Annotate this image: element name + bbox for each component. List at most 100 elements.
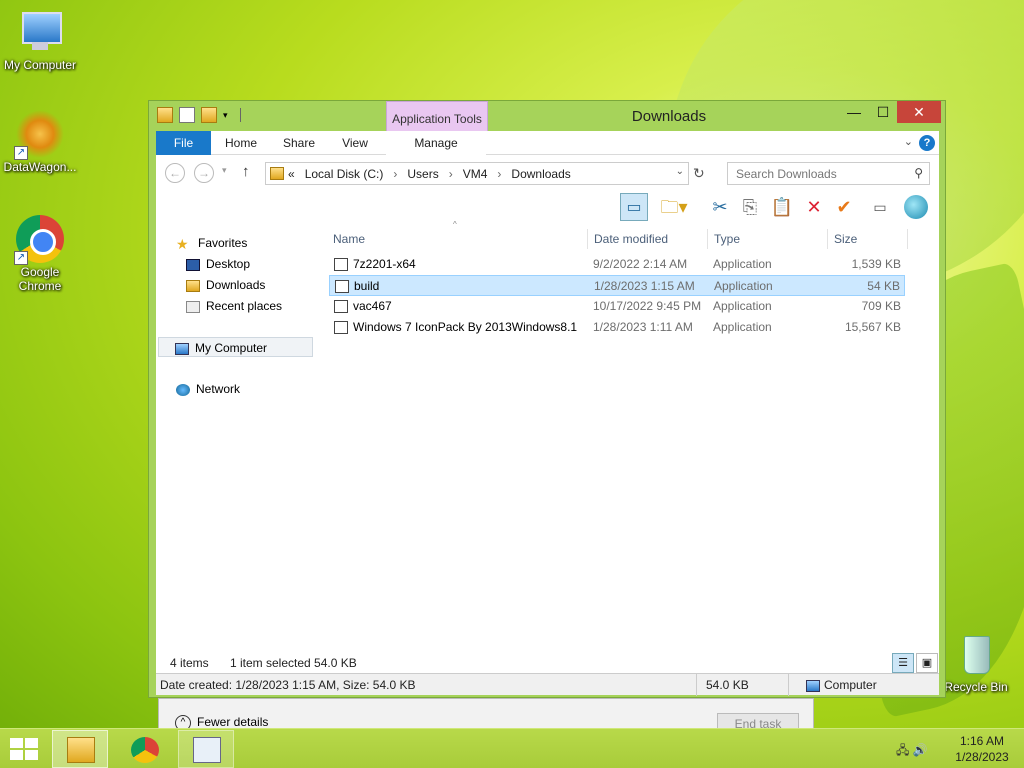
paste-icon[interactable]: 📋 [768, 193, 796, 221]
globe-icon[interactable] [904, 195, 928, 219]
selection-info: 1 item selected 54.0 KB [230, 656, 357, 670]
column-divider[interactable] [827, 229, 828, 249]
breadcrumb-downloads[interactable]: Downloads [511, 167, 570, 181]
desktop-icon-google-chrome[interactable]: ↗ Google Chrome [0, 215, 80, 293]
up-arrow-icon[interactable]: ↑ [242, 163, 250, 180]
expand-ribbon-icon[interactable]: ⌄ [904, 135, 913, 148]
chevron-right-icon[interactable]: › [449, 167, 453, 181]
rename-icon[interactable]: ▭ [866, 193, 894, 221]
taskbar-chrome[interactable] [116, 730, 172, 768]
network-icon [176, 383, 190, 396]
nav-recent-places[interactable]: Recent places [186, 296, 282, 316]
search-icon: ⚲ [914, 166, 923, 180]
checkmark-icon[interactable]: ✔ [830, 193, 858, 221]
file-row-selected[interactable]: build 1/28/2023 1:15 AM Application 54 K… [329, 275, 905, 296]
details-view-icon[interactable]: ☰ [892, 653, 914, 673]
recent-places-icon [186, 300, 200, 313]
customize-dropdown-icon[interactable]: ▾ [223, 110, 228, 121]
column-divider[interactable] [907, 229, 908, 249]
taskbar-file-explorer[interactable] [52, 730, 108, 768]
nav-label: My Computer [195, 341, 268, 355]
close-button[interactable]: ✕ [897, 101, 941, 123]
maximize-button[interactable]: ☐ [869, 101, 897, 123]
nav-desktop[interactable]: Desktop [186, 254, 250, 274]
file-name: build [354, 279, 380, 293]
nav-downloads[interactable]: Downloads [186, 275, 265, 295]
title-bar[interactable]: ▾ Application Tools Downloads — ☐ ✕ [149, 101, 945, 159]
nav-network[interactable]: Network [176, 379, 240, 399]
properties-icon[interactable] [179, 107, 195, 123]
new-folder-icon[interactable] [201, 107, 217, 123]
breadcrumb-overflow[interactable]: « [288, 167, 295, 181]
location-zone: Computer [806, 678, 877, 692]
start-button[interactable] [8, 737, 40, 761]
navigation-pane: ★ Favorites Desktop Downloads Recent plac… [156, 223, 323, 653]
status-divider [788, 674, 789, 696]
clock[interactable]: 1:16 AM 1/28/2023 [944, 733, 1020, 765]
nav-favorites[interactable]: ★ Favorites [176, 233, 247, 253]
network-tray-icon[interactable]: 🖧 [896, 743, 909, 757]
back-button[interactable]: ← [165, 163, 185, 183]
address-row: ← → ▾ ↑ « Local Disk (C:) › Users › VM4 … [156, 155, 939, 191]
file-size: 15,567 KB [844, 320, 901, 334]
recent-locations-icon[interactable]: ▾ [222, 165, 227, 176]
chevron-right-icon[interactable]: › [393, 167, 397, 181]
forward-button[interactable]: → [194, 163, 214, 183]
large-icons-view-icon[interactable]: ▣ [916, 653, 938, 673]
column-header-size[interactable]: Size [834, 229, 857, 249]
task-manager-icon [193, 737, 221, 763]
file-row[interactable]: Windows 7 IconPack By 2013Windows8.1 1/2… [329, 317, 905, 338]
desktop-icon-label: My Computer [3, 58, 77, 72]
explorer-window: ▾ Application Tools Downloads — ☐ ✕ File… [148, 100, 946, 698]
refresh-icon[interactable]: ↻ [693, 165, 705, 182]
computer-icon [175, 342, 189, 355]
selection-size: 54.0 KB [706, 678, 749, 692]
desktop-icon-label: DataWagon... [3, 160, 77, 174]
layout-pane-icon[interactable]: ▭ [620, 193, 648, 221]
desktop-icon-recycle-bin[interactable]: Recycle Bin [936, 630, 1016, 694]
column-header-name[interactable]: Name [333, 229, 365, 249]
file-size: 709 KB [861, 299, 901, 313]
column-divider[interactable] [587, 229, 588, 249]
folder-icon[interactable] [157, 107, 173, 123]
shortcut-arrow-icon: ↗ [14, 251, 28, 265]
delete-icon[interactable]: ✕ [800, 193, 828, 221]
desktop-icon-datawagon[interactable]: ↗ DataWagon... [0, 110, 80, 174]
chevron-down-icon[interactable]: ⌄ [676, 166, 684, 177]
tab-manage[interactable]: Manage [386, 131, 486, 155]
column-header-date[interactable]: Date modified [594, 229, 668, 249]
clock-date: 1/28/2023 [955, 750, 1009, 764]
taskbar-task-manager[interactable] [178, 730, 234, 768]
nav-label: Desktop [206, 257, 251, 271]
windows-logo-icon [10, 738, 23, 748]
tab-share[interactable]: Share [274, 131, 324, 155]
cut-icon[interactable]: ✂ [706, 193, 734, 221]
file-date: 1/28/2023 1:15 AM [594, 279, 695, 293]
taskbar: 🖧 🔊 1:16 AM 1/28/2023 [0, 728, 1024, 768]
system-tray: 🖧 🔊 [896, 741, 928, 762]
breadcrumb-users[interactable]: Users [407, 167, 438, 181]
nav-label: Recent places [206, 299, 283, 313]
nav-my-computer[interactable]: My Computer [158, 337, 313, 357]
breadcrumb-local-disk[interactable]: Local Disk (C:) [305, 167, 384, 181]
file-row[interactable]: vac467 10/17/2022 9:45 PM Application 70… [329, 296, 905, 317]
desktop-icon-my-computer[interactable]: My Computer [0, 8, 80, 72]
volume-icon[interactable]: 🔊 [913, 743, 928, 757]
chevron-right-icon[interactable]: › [497, 167, 501, 181]
search-input[interactable]: Search Downloads ⚲ [727, 162, 930, 185]
file-type: Application [713, 257, 772, 271]
file-row[interactable]: 7z2201-x64 9/2/2022 2:14 AM Application … [329, 254, 905, 275]
tab-file[interactable]: File [156, 131, 211, 155]
copy-icon[interactable]: ⎘ [736, 193, 764, 221]
new-folder-dropdown-icon[interactable]: 🗀▾ [660, 193, 688, 221]
column-divider[interactable] [707, 229, 708, 249]
minimize-button[interactable]: — [839, 101, 869, 123]
address-bar[interactable]: « Local Disk (C:) › Users › VM4 › Downlo… [265, 162, 689, 185]
tab-home[interactable]: Home [216, 131, 266, 155]
tab-view[interactable]: View [332, 131, 378, 155]
file-name: vac467 [353, 299, 392, 313]
help-icon[interactable]: ? [919, 135, 935, 151]
column-header-type[interactable]: Type [714, 229, 740, 249]
breadcrumb-vm4[interactable]: VM4 [463, 167, 488, 181]
application-tools-label: Application Tools [392, 112, 482, 126]
